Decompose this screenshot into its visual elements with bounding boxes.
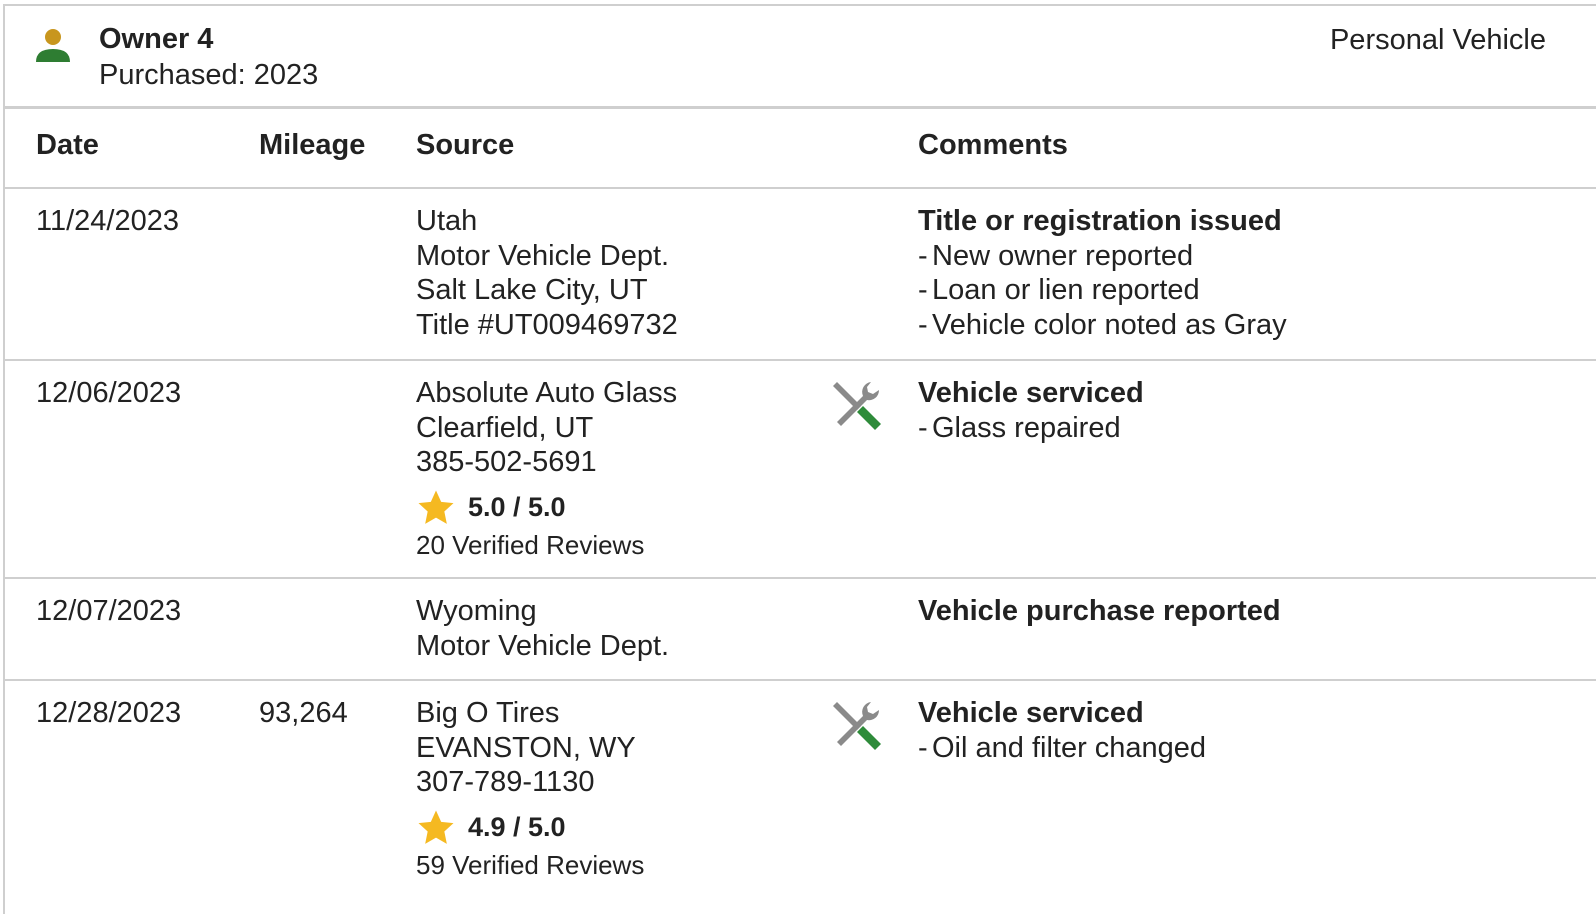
source-line: 385-502-5691 — [416, 446, 597, 478]
row-comments: Title or registration issued - New owner … — [918, 204, 1287, 342]
source-line: Title #UT009469732 — [416, 308, 678, 341]
table-row: 12/06/2023 Absolute Auto Glass Clearfiel… — [5, 361, 1596, 579]
rating: 4.9 / 5.0 — [416, 808, 644, 848]
source-line: Utah — [416, 205, 478, 237]
row-date: 11/24/2023 — [36, 205, 179, 237]
header-mileage: Mileage — [259, 129, 366, 161]
comment-title: Vehicle serviced — [918, 697, 1144, 729]
vehicle-type-label: Personal Vehicle — [1329, 24, 1546, 56]
row-source: Wyoming Motor Vehicle Dept. — [416, 594, 669, 663]
service-wrench-icon — [833, 382, 881, 430]
header-source: Source — [416, 129, 515, 161]
row-date: 12/28/2023 — [36, 697, 182, 729]
row-source: Utah Motor Vehicle Dept. Salt Lake City,… — [416, 204, 678, 342]
source-line: Salt Lake City, UT — [416, 274, 648, 306]
header-date: Date — [36, 129, 99, 161]
table-row: 11/24/2023 Utah Motor Vehicle Dept. Salt… — [5, 189, 1596, 361]
comment-item: - Loan or lien reported — [918, 274, 1200, 306]
comment-title: Vehicle purchase reported — [918, 595, 1281, 627]
rating-value: 5.0 / 5.0 — [468, 492, 566, 523]
comment-item: - Oil and filter changed — [918, 731, 1207, 764]
service-wrench-icon — [833, 702, 881, 750]
source-line: Wyoming — [416, 595, 537, 627]
rating-value: 4.9 / 5.0 — [468, 812, 566, 843]
row-comments: Vehicle purchase reported — [918, 594, 1281, 629]
comment-title: Vehicle serviced — [918, 377, 1144, 409]
source-line: 307-789-1130 — [416, 766, 595, 798]
owner-history-card: Owner 4 Purchased: 2023 Personal Vehicle… — [3, 4, 1596, 914]
row-date: 12/06/2023 — [36, 377, 182, 409]
row-comments: Vehicle serviced - Oil and filter changed — [918, 696, 1206, 765]
table-row: 12/28/2023 93,264 Big O Tires EVANSTON, … — [5, 681, 1596, 911]
owner-purchased-year: Purchased: 2023 — [99, 59, 319, 91]
verified-reviews-link[interactable]: 59 Verified Reviews — [416, 848, 644, 882]
comment-title: Title or registration issued — [918, 205, 1282, 237]
comment-item: - Glass repaired — [918, 411, 1121, 444]
row-date: 12/07/2023 — [36, 595, 182, 627]
source-line: EVANSTON, WY — [416, 731, 636, 764]
person-icon — [36, 29, 70, 62]
table-row: 12/07/2023 Wyoming Motor Vehicle Dept. V… — [5, 579, 1596, 681]
row-mileage: 93,264 — [259, 697, 348, 729]
table-header-row: Date Mileage Source Comments — [5, 109, 1596, 189]
source-line: Clearfield, UT — [416, 411, 594, 444]
row-source: Big O Tires EVANSTON, WY 307-789-1130 4.… — [416, 696, 644, 882]
rating: 5.0 / 5.0 — [416, 488, 677, 528]
header-comments: Comments — [918, 129, 1068, 161]
owner-header: Owner 4 Purchased: 2023 Personal Vehicle — [5, 6, 1596, 109]
source-line: Big O Tires — [416, 697, 560, 729]
owner-title: Owner 4 — [99, 23, 214, 55]
row-comments: Vehicle serviced - Glass repaired — [918, 376, 1144, 445]
source-line: Absolute Auto Glass — [416, 377, 678, 409]
source-line: Motor Vehicle Dept. — [416, 239, 670, 272]
star-icon — [418, 490, 454, 524]
star-icon — [418, 810, 454, 844]
comment-item: - Vehicle color noted as Gray — [918, 308, 1287, 341]
comment-item: - New owner reported — [918, 239, 1194, 272]
row-source: Absolute Auto Glass Clearfield, UT 385-5… — [416, 376, 677, 562]
verified-reviews-link[interactable]: 20 Verified Reviews — [416, 528, 677, 562]
source-line: Motor Vehicle Dept. — [416, 629, 670, 662]
